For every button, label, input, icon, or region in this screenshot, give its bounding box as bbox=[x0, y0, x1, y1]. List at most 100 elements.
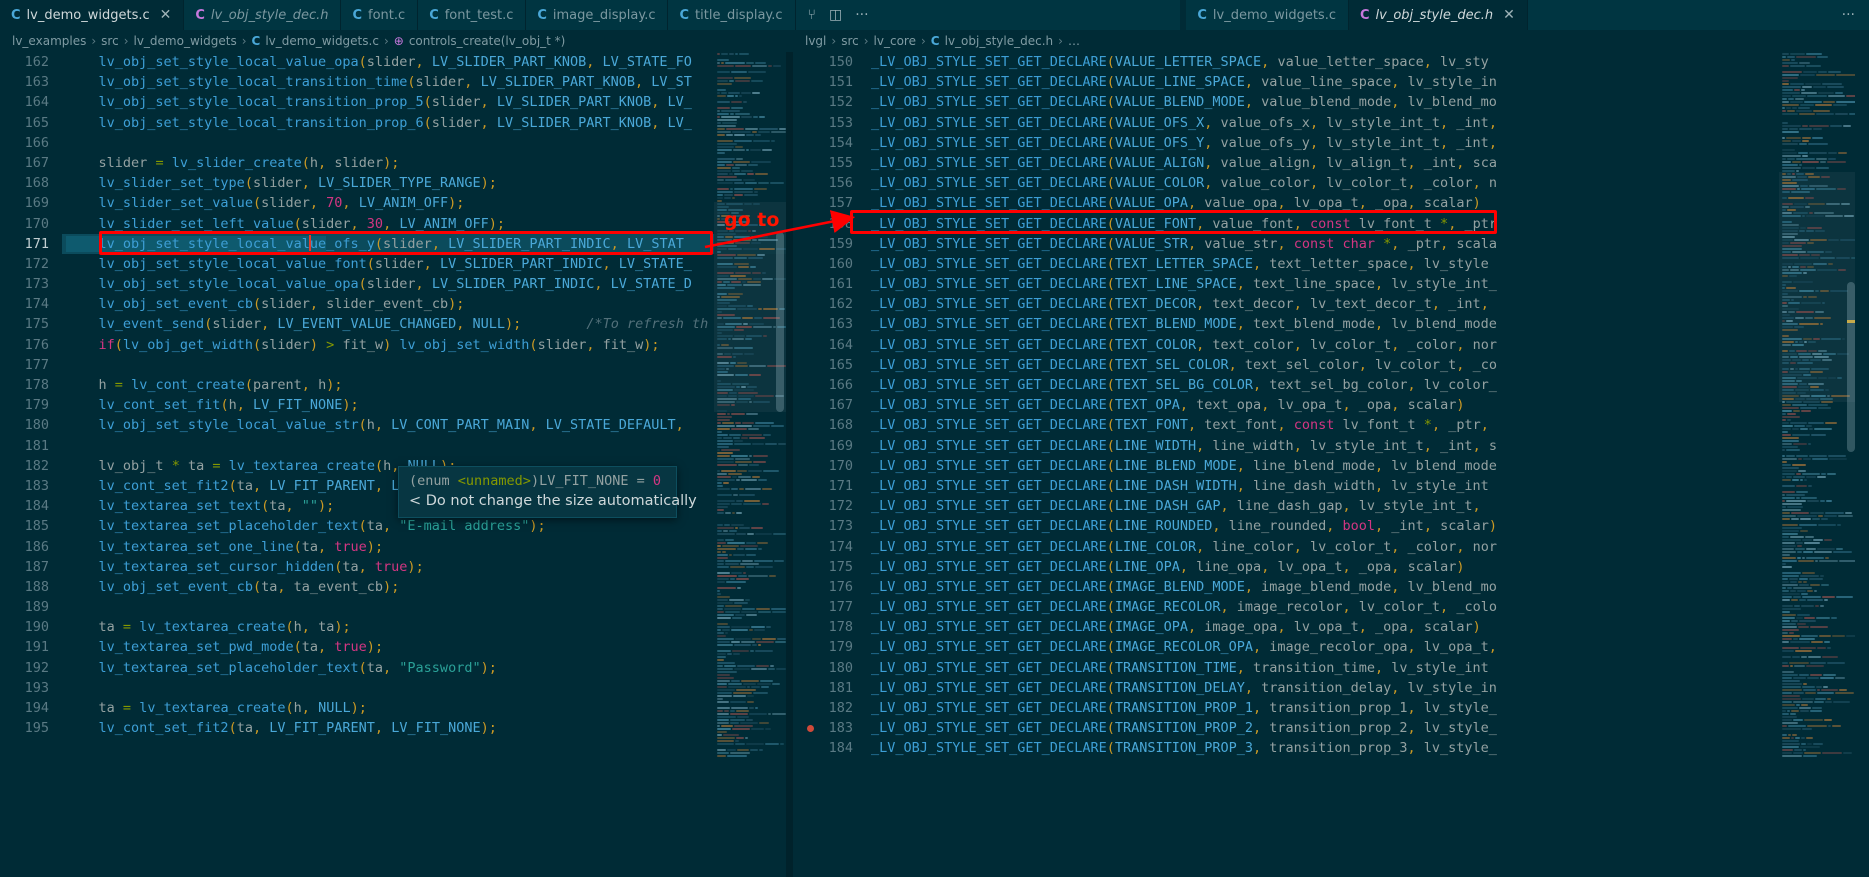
breadcrumb-item[interactable]: lv_examples bbox=[12, 34, 86, 48]
code-line[interactable]: _LV_OBJ_STYLE_SET_GET_DECLARE(VALUE_FONT… bbox=[867, 214, 1869, 234]
breadcrumb-item[interactable]: lv_core bbox=[874, 34, 916, 48]
editor-tab-lv-demo-widgets-c[interactable]: Clv_demo_widgets.c ✕ bbox=[0, 0, 185, 30]
editor-tab-title-display-c[interactable]: Ctitle_display.c bbox=[668, 0, 796, 30]
code-line[interactable]: _LV_OBJ_STYLE_SET_GET_DECLARE(LINE_COLOR… bbox=[867, 537, 1869, 557]
code-line[interactable]: _LV_OBJ_STYLE_SET_GET_DECLARE(VALUE_LETT… bbox=[867, 52, 1869, 72]
code-line[interactable]: lv_textarea_set_placeholder_text(ta, "Pa… bbox=[62, 658, 786, 678]
code-line[interactable]: lv_obj_set_style_local_value_str(h, LV_C… bbox=[62, 415, 786, 435]
editor-tab-image-display-c[interactable]: Cimage_display.c bbox=[526, 0, 669, 30]
code-line[interactable]: _LV_OBJ_STYLE_SET_GET_DECLARE(LINE_DASH_… bbox=[867, 476, 1869, 496]
code-line[interactable] bbox=[62, 355, 786, 375]
code-line[interactable]: _LV_OBJ_STYLE_SET_GET_DECLARE(VALUE_ALIG… bbox=[867, 153, 1869, 173]
code-line[interactable]: _LV_OBJ_STYLE_SET_GET_DECLARE(LINE_DASH_… bbox=[867, 496, 1869, 516]
breadcrumb-right: lvgl › src › lv_core › Clv_obj_style_dec.h ›… bbox=[793, 30, 1080, 52]
code-line[interactable]: lv_textarea_set_pwd_mode(ta, true); bbox=[62, 637, 786, 657]
code-line[interactable]: lv_obj_set_event_cb(ta, ta_event_cb); bbox=[62, 577, 786, 597]
source-control-icon[interactable]: ⑂ bbox=[808, 8, 816, 22]
editor-tab-font-c[interactable]: Cfont.c bbox=[341, 0, 419, 30]
code-line[interactable]: _LV_OBJ_STYLE_SET_GET_DECLARE(LINE_OPA, … bbox=[867, 557, 1869, 577]
code-content-left[interactable]: lv_obj_set_style_local_value_opa(slider,… bbox=[62, 52, 786, 877]
code-line[interactable]: _LV_OBJ_STYLE_SET_GET_DECLARE(IMAGE_BLEN… bbox=[867, 577, 1869, 597]
code-line[interactable]: lv_obj_set_style_local_value_font(slider… bbox=[62, 254, 786, 274]
code-line[interactable]: _LV_OBJ_STYLE_SET_GET_DECLARE(LINE_WIDTH… bbox=[867, 436, 1869, 456]
code-line[interactable]: slider = lv_slider_create(h, slider); bbox=[62, 153, 786, 173]
code-line[interactable]: _LV_OBJ_STYLE_SET_GET_DECLARE(TRANSITION… bbox=[867, 738, 1869, 758]
code-line[interactable]: _LV_OBJ_STYLE_SET_GET_DECLARE(TEXT_COLOR… bbox=[867, 335, 1869, 355]
code-content-right[interactable]: _LV_OBJ_STYLE_SET_GET_DECLARE(VALUE_LETT… bbox=[867, 52, 1869, 877]
breadcrumb-item[interactable]: lv_demo_widgets bbox=[134, 34, 237, 48]
line-number: 165 bbox=[24, 114, 49, 131]
split-editor-icon[interactable]: ◫ bbox=[829, 8, 842, 22]
editor-tab-lv-obj-style-dec-h[interactable]: Clv_obj_style_dec.h bbox=[184, 0, 342, 30]
breadcrumb-item[interactable]: lvgl bbox=[805, 34, 826, 48]
code-line[interactable]: _LV_OBJ_STYLE_SET_GET_DECLARE(IMAGE_OPA,… bbox=[867, 617, 1869, 637]
code-line[interactable]: lv_event_send(slider, LV_EVENT_VALUE_CHA… bbox=[62, 314, 786, 334]
code-line[interactable]: lv_textarea_set_placeholder_text(ta, "E-… bbox=[62, 516, 786, 536]
breadcrumb-item[interactable]: src bbox=[841, 34, 859, 48]
code-line[interactable]: lv_slider_set_left_value(slider, 30, LV_… bbox=[62, 214, 786, 234]
breadcrumb-item[interactable]: lv_demo_widgets.c bbox=[265, 34, 379, 48]
editor-tab-font-test-c[interactable]: Cfont_test.c bbox=[418, 0, 527, 30]
code-line[interactable]: _LV_OBJ_STYLE_SET_GET_DECLARE(TRANSITION… bbox=[867, 658, 1869, 678]
code-line[interactable]: lv_obj_set_style_local_value_opa(slider,… bbox=[62, 274, 786, 294]
code-line[interactable]: _LV_OBJ_STYLE_SET_GET_DECLARE(VALUE_OFS_… bbox=[867, 133, 1869, 153]
code-line[interactable]: _LV_OBJ_STYLE_SET_GET_DECLARE(TEXT_SEL_B… bbox=[867, 375, 1869, 395]
breadcrumb-item[interactable]: … bbox=[1068, 34, 1080, 48]
close-icon[interactable]: ✕ bbox=[1503, 8, 1515, 22]
code-line[interactable]: _LV_OBJ_STYLE_SET_GET_DECLARE(LINE_BLEND… bbox=[867, 456, 1869, 476]
breadcrumb-item[interactable]: lv_obj_style_dec.h bbox=[945, 34, 1054, 48]
code-line[interactable]: _LV_OBJ_STYLE_SET_GET_DECLARE(VALUE_OPA,… bbox=[867, 193, 1869, 213]
code-line[interactable]: _LV_OBJ_STYLE_SET_GET_DECLARE(TRANSITION… bbox=[867, 718, 1869, 738]
code-line[interactable]: _LV_OBJ_STYLE_SET_GET_DECLARE(TEXT_FONT,… bbox=[867, 415, 1869, 435]
breadcrumb-item[interactable]: src bbox=[101, 34, 119, 48]
code-line[interactable]: _LV_OBJ_STYLE_SET_GET_DECLARE(IMAGE_RECO… bbox=[867, 597, 1869, 617]
code-line[interactable]: _LV_OBJ_STYLE_SET_GET_DECLARE(TEXT_BLEND… bbox=[867, 314, 1869, 334]
code-line[interactable]: _LV_OBJ_STYLE_SET_GET_DECLARE(VALUE_LINE… bbox=[867, 72, 1869, 92]
code-line[interactable]: _LV_OBJ_STYLE_SET_GET_DECLARE(TEXT_OPA, … bbox=[867, 395, 1869, 415]
editor-tab-lv-demo-widgets-c[interactable]: Clv_demo_widgets.c bbox=[1186, 0, 1349, 30]
code-line[interactable]: lv_cont_set_fit(h, LV_FIT_NONE); bbox=[62, 395, 786, 415]
code-line[interactable]: _LV_OBJ_STYLE_SET_GET_DECLARE(VALUE_BLEN… bbox=[867, 92, 1869, 112]
editor-tab-lv-obj-style-dec-h[interactable]: Clv_obj_style_dec.h ✕ bbox=[1348, 0, 1528, 30]
code-line[interactable]: ta = lv_textarea_create(h, ta); bbox=[62, 617, 786, 637]
more-actions-icon[interactable]: ··· bbox=[1842, 7, 1855, 23]
code-line[interactable]: lv_textarea_set_one_line(ta, true); bbox=[62, 537, 786, 557]
code-line[interactable]: _LV_OBJ_STYLE_SET_GET_DECLARE(LINE_ROUND… bbox=[867, 516, 1869, 536]
code-line[interactable]: lv_obj_set_event_cb(slider, slider_event… bbox=[62, 294, 786, 314]
code-line[interactable]: _LV_OBJ_STYLE_SET_GET_DECLARE(TRANSITION… bbox=[867, 678, 1869, 698]
editor-split-divider[interactable] bbox=[786, 52, 793, 877]
code-line[interactable] bbox=[62, 597, 786, 617]
code-line[interactable]: lv_cont_set_fit2(ta, LV_FIT_PARENT, LV_F… bbox=[62, 718, 786, 738]
code-line[interactable]: _LV_OBJ_STYLE_SET_GET_DECLARE(TEXT_DECOR… bbox=[867, 294, 1869, 314]
code-line[interactable]: lv_obj_set_style_local_transition_prop_5… bbox=[62, 92, 786, 112]
code-line[interactable]: _LV_OBJ_STYLE_SET_GET_DECLARE(VALUE_OFS_… bbox=[867, 113, 1869, 133]
code-line[interactable]: _LV_OBJ_STYLE_SET_GET_DECLARE(VALUE_COLO… bbox=[867, 173, 1869, 193]
code-line[interactable]: lv_obj_set_style_local_transition_time(s… bbox=[62, 72, 786, 92]
code-line[interactable] bbox=[62, 436, 786, 456]
code-line[interactable] bbox=[62, 133, 786, 153]
code-line[interactable]: lv_obj_set_style_local_value_opa(slider,… bbox=[62, 52, 786, 72]
code-line[interactable]: lv_textarea_set_cursor_hidden(ta, true); bbox=[62, 557, 786, 577]
code-line[interactable]: _LV_OBJ_STYLE_SET_GET_DECLARE(TRANSITION… bbox=[867, 698, 1869, 718]
more-actions-icon-right[interactable]: ··· bbox=[1827, 0, 1869, 30]
line-number: 168 bbox=[24, 175, 49, 192]
code-line[interactable]: _LV_OBJ_STYLE_SET_GET_DECLARE(IMAGE_RECO… bbox=[867, 637, 1869, 657]
tab-group-right: Clv_demo_widgets.c Clv_obj_style_dec.h ✕ bbox=[1186, 0, 1528, 30]
more-actions-icon[interactable]: ··· bbox=[855, 8, 868, 22]
code-line[interactable]: _LV_OBJ_STYLE_SET_GET_DECLARE(TEXT_LETTE… bbox=[867, 254, 1869, 274]
code-line[interactable]: _LV_OBJ_STYLE_SET_GET_DECLARE(TEXT_SEL_C… bbox=[867, 355, 1869, 375]
breakpoint-icon[interactable] bbox=[807, 724, 814, 732]
code-line[interactable] bbox=[62, 678, 786, 698]
scrollbar-left[interactable] bbox=[774, 52, 786, 877]
code-line[interactable]: if(lv_obj_get_width(slider) > fit_w) lv_… bbox=[62, 335, 786, 355]
code-line[interactable]: h = lv_cont_create(parent, h); bbox=[62, 375, 786, 395]
breadcrumb-item[interactable]: controls_create(lv_obj_t *) bbox=[409, 34, 566, 48]
code-line[interactable]: lv_obj_set_style_local_value_ofs_y(slide… bbox=[62, 233, 786, 254]
code-line[interactable]: lv_slider_set_value(slider, 70, LV_ANIM_… bbox=[62, 193, 786, 213]
code-line[interactable]: lv_obj_set_style_local_transition_prop_6… bbox=[62, 113, 786, 133]
close-icon[interactable]: ✕ bbox=[160, 8, 172, 22]
code-line[interactable]: ta = lv_textarea_create(h, NULL); bbox=[62, 698, 786, 718]
code-line[interactable]: _LV_OBJ_STYLE_SET_GET_DECLARE(TEXT_LINE_… bbox=[867, 274, 1869, 294]
code-line[interactable]: _LV_OBJ_STYLE_SET_GET_DECLARE(VALUE_STR,… bbox=[867, 234, 1869, 254]
code-line[interactable]: lv_slider_set_type(slider, LV_SLIDER_TYP… bbox=[62, 173, 786, 193]
